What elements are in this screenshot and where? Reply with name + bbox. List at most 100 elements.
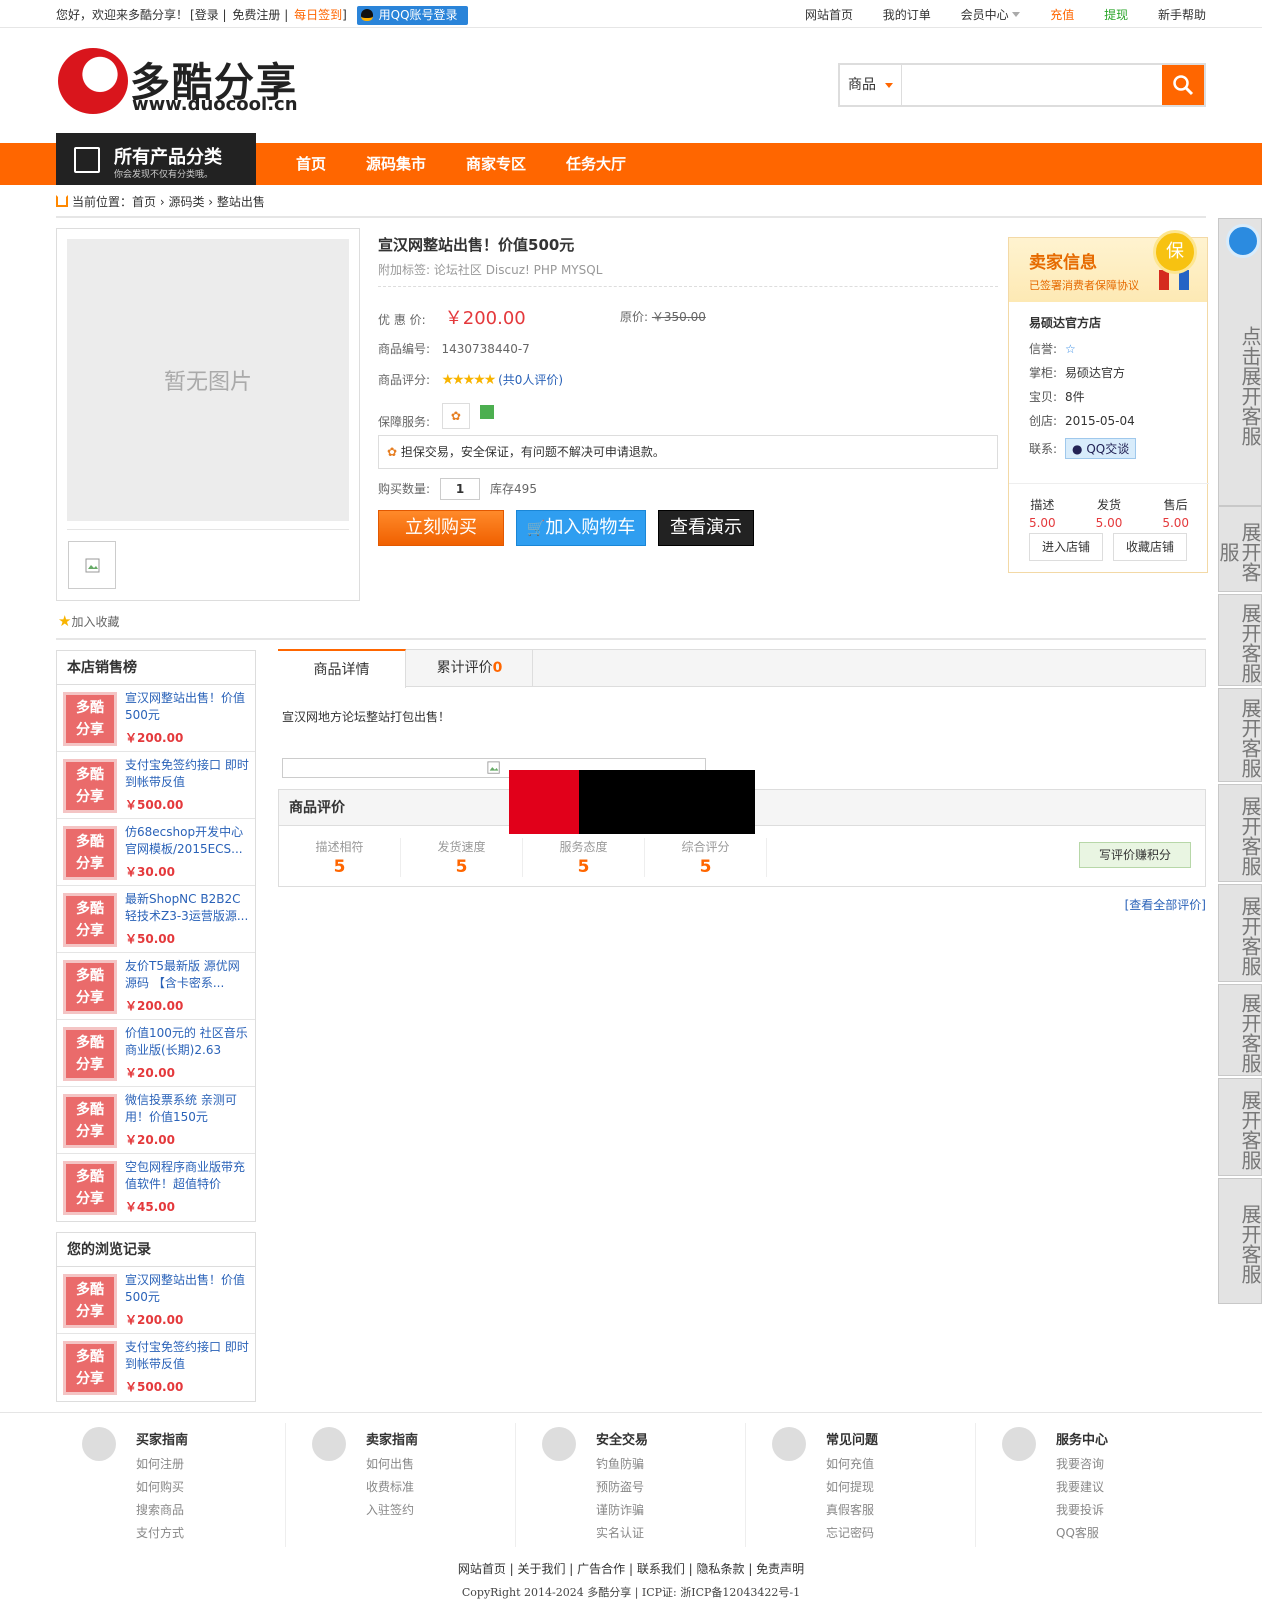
list-item[interactable]: 多酷分享 宣汉网整站出售！价值500元 ￥200.00	[57, 1267, 255, 1334]
footer-link[interactable]: 收费标准	[366, 1476, 414, 1499]
product-name-link[interactable]: 支付宝免签约接口 即时到帐带反值	[125, 1339, 249, 1373]
list-item[interactable]: 多酷分享 仿68ecshop开发中心官网模板/2015ECS... ￥30.00	[57, 819, 255, 886]
review-scores: 描述相符 5 发货速度 5 服务态度 5 综合评分 5	[279, 838, 767, 877]
list-item[interactable]: 多酷分享 微信投票系统 亲测可用！价值150元 ￥20.00	[57, 1087, 255, 1154]
enter-shop-button[interactable]: 进入店铺	[1029, 533, 1104, 561]
tab-reviews[interactable]: 累计评价0	[407, 649, 533, 687]
footer-link[interactable]: 钓鱼防骗	[596, 1453, 644, 1476]
browse-history-panel: 您的浏览记录 多酷分享 宣汉网整站出售！价值500元 ￥200.00 多酷分享 支付宝免…	[56, 1232, 256, 1402]
search-button[interactable]	[1162, 65, 1204, 105]
product-name-link[interactable]: 仿68ecshop开发中心官网模板/2015ECS...	[125, 824, 249, 858]
add-to-cart-button[interactable]: 🛒加入购物车	[516, 510, 646, 546]
daily-signin-link[interactable]: 每日签到	[294, 8, 342, 22]
rating-count-link[interactable]: (共0人评价)	[498, 373, 563, 387]
product-name-link[interactable]: 宣汉网整站出售！价值500元	[125, 690, 249, 724]
footer-link[interactable]: 谨防诈骗	[596, 1499, 644, 1522]
footer-link[interactable]: 忘记密码	[826, 1522, 874, 1545]
product-name-link[interactable]: 空包网程序商业版带充值软件！超值特价	[125, 1159, 249, 1193]
footer-link[interactable]: 我要咨询	[1056, 1453, 1104, 1476]
top-link-orders[interactable]: 我的订单	[883, 8, 931, 22]
footer-link[interactable]: 如何注册	[136, 1453, 184, 1476]
write-review-button[interactable]: 写评价赚积分	[1079, 842, 1191, 868]
tab-details[interactable]: 商品详情	[278, 649, 406, 688]
footer-link[interactable]: 我要投诉	[1056, 1499, 1104, 1522]
add-favorite-link[interactable]: ★加入收藏	[58, 612, 119, 630]
kefu-expand-button-2[interactable]: 展开客服	[1218, 594, 1262, 686]
list-item[interactable]: 多酷分享 支付宝免签约接口 即时到帐带反值 ￥500.00	[57, 1334, 255, 1401]
search-input[interactable]	[904, 65, 1162, 105]
product-main-image: 暂无图片	[67, 239, 349, 521]
footer-link[interactable]: 如何提现	[826, 1476, 874, 1499]
product-name-link[interactable]: 最新ShopNC B2B2C 轻技术Z3-3运营版源...	[125, 891, 249, 925]
list-item[interactable]: 多酷分享 空包网程序商业版带充值软件！超值特价 ￥45.00	[57, 1154, 255, 1221]
kefu-expand-button-7[interactable]: 展开客服	[1218, 1078, 1262, 1176]
kefu-expand-button-4[interactable]: 展开客服	[1218, 784, 1262, 882]
list-item[interactable]: 多酷分享 友价T5最新版 源优网源码 【含卡密系... ￥200.00	[57, 953, 255, 1020]
breadcrumb-source[interactable]: 源码类	[168, 195, 204, 209]
view-demo-button[interactable]: 查看演示	[658, 510, 754, 546]
product-name-link[interactable]: 微信投票系统 亲测可用！价值150元	[125, 1092, 249, 1126]
view-all-reviews-link[interactable]: [查看全部评价]	[1125, 896, 1206, 913]
list-item[interactable]: 多酷分享 支付宝免签约接口 即时到帐带反值 ￥500.00	[57, 752, 255, 819]
top-bar: 您好，欢迎来多酷分享！ [登录 | 免费注册 | 每日签到] 用QQ账号登录 网站…	[0, 0, 1262, 28]
product-name-link[interactable]: 宣汉网整站出售！价值500元	[125, 1272, 249, 1306]
product-logo-image: 多酷分享	[63, 960, 117, 1014]
footer-link[interactable]: 预防盗号	[596, 1476, 644, 1499]
kefu-expand-button-3[interactable]: 展开客服	[1218, 688, 1262, 782]
nav-item-task-hall[interactable]: 任务大厅	[566, 143, 626, 185]
kefu-expand-button-1[interactable]: 展开客服	[1216, 506, 1262, 592]
guarantee-badge-icon: 保	[1153, 230, 1197, 274]
service-description: ✿ 担保交易，安全保证，有问题不解决可申请退款。	[378, 435, 998, 469]
document-icon[interactable]	[479, 405, 494, 419]
footer-link[interactable]: 我要建议	[1056, 1476, 1104, 1499]
top-link-member-center[interactable]: 会员中心	[961, 8, 1009, 22]
list-item[interactable]: 多酷分享 最新ShopNC B2B2C 轻技术Z3-3运营版源... ￥50.00	[57, 886, 255, 953]
footer-link[interactable]: 搜索商品	[136, 1499, 184, 1522]
nav-item-source-market[interactable]: 源码集市	[366, 143, 426, 185]
breadcrumb-home[interactable]: 首页	[132, 195, 156, 209]
product-name-link[interactable]: 友价T5最新版 源优网源码 【含卡密系...	[125, 958, 249, 992]
favorite-shop-button[interactable]: 收藏店铺	[1113, 533, 1188, 561]
kefu-expand-button-0[interactable]: 点击展开客服	[1218, 218, 1262, 506]
top-link-withdraw[interactable]: 提现	[1104, 8, 1128, 22]
footer-link[interactable]: 如何购买	[136, 1476, 184, 1499]
copyright: CopyRight 2014-2024 多酷分享 | ICP证: 浙ICP备12…	[461, 1586, 801, 1599]
qq-chat-button[interactable]: ● QQ交谈	[1065, 438, 1137, 459]
footer-link[interactable]: 真假客服	[826, 1499, 874, 1522]
kefu-expand-button-8[interactable]: 展开客服	[1218, 1178, 1262, 1304]
product-logo-image: 多酷分享	[63, 759, 117, 813]
list-item[interactable]: 多酷分享 价值100元的 社区音乐商业版(长期)2.63 ￥20.00	[57, 1020, 255, 1087]
footer-link[interactable]: 入驻签约	[366, 1499, 414, 1522]
footer-link[interactable]: 实名认证	[596, 1522, 644, 1545]
site-logo[interactable]: 多酷分享 www.duocool.cn	[58, 48, 308, 118]
nav-item-merchants[interactable]: 商家专区	[466, 143, 526, 185]
register-link[interactable]: 免费注册	[232, 8, 280, 22]
sales-rank-panel: 本店销售榜 多酷分享 宣汉网整站出售！价值500元 ￥200.00 多酷分享 支付宝免签…	[56, 650, 256, 1222]
nav-item-home[interactable]: 首页	[296, 143, 326, 185]
broken-image-icon	[487, 761, 500, 774]
service-row: 保障服务: ✿	[378, 403, 494, 429]
all-categories-button[interactable]: 所有产品分类 你会发现不仅有分类哦。	[56, 133, 256, 185]
top-link-help[interactable]: 新手帮助	[1158, 8, 1206, 22]
top-link-recharge[interactable]: 充值	[1050, 8, 1074, 22]
list-item[interactable]: 多酷分享 宣汉网整站出售！价值500元 ￥200.00	[57, 685, 255, 752]
kefu-expand-button-5[interactable]: 展开客服	[1218, 884, 1262, 982]
kefu-expand-button-6[interactable]: 展开客服	[1218, 984, 1262, 1076]
breadcrumb-current[interactable]: 整站出售	[217, 195, 265, 209]
product-name-link[interactable]: 支付宝免签约接口 即时到帐带反值	[125, 757, 249, 791]
guarantee-icon[interactable]: ✿	[441, 403, 470, 429]
quantity-input[interactable]: 1	[440, 478, 481, 500]
seller-shop-name: 易硕达官方店	[1029, 316, 1102, 330]
buy-now-button[interactable]: 立刻购买	[378, 510, 504, 546]
product-thumbnail[interactable]	[68, 541, 116, 589]
footer-link[interactable]: 如何充值	[826, 1453, 874, 1476]
footer-link[interactable]: 支付方式	[136, 1522, 184, 1545]
top-link-home[interactable]: 网站首页	[805, 8, 853, 22]
credit-star-icon: ☆	[1065, 342, 1076, 356]
product-name-link[interactable]: 价值100元的 社区音乐商业版(长期)2.63	[125, 1025, 249, 1059]
search-category-select[interactable]: 商品	[840, 65, 902, 105]
login-link[interactable]: [登录	[190, 8, 219, 22]
footer-link[interactable]: QQ客服	[1056, 1522, 1104, 1545]
qq-login-button[interactable]: 用QQ账号登录	[356, 6, 468, 25]
footer-link[interactable]: 如何出售	[366, 1453, 414, 1476]
